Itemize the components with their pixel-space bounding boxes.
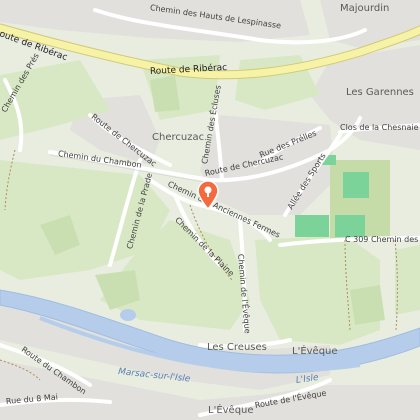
place-label-chercuzac: Chercuzac bbox=[152, 132, 205, 143]
place-label-leveque-east: L'Évêque bbox=[292, 346, 338, 357]
place-label-les-creuses: Les Creuses bbox=[207, 342, 267, 353]
pond bbox=[120, 309, 136, 321]
place-label-majourdin: Majourdin bbox=[340, 3, 390, 14]
map-view[interactable]: Majourdin Chemin des Hauts de Lespinasse… bbox=[0, 0, 420, 420]
road-label-c309: C 309 Chemin des Ga bbox=[345, 235, 420, 244]
place-label-les-garennes: Les Garennes bbox=[346, 87, 414, 98]
road-label-clos-chesnaie: Clos de la Chesnaie bbox=[340, 123, 419, 132]
place-label-leveque-south: L'Évêque bbox=[208, 405, 254, 416]
location-pin-icon[interactable] bbox=[196, 180, 220, 210]
